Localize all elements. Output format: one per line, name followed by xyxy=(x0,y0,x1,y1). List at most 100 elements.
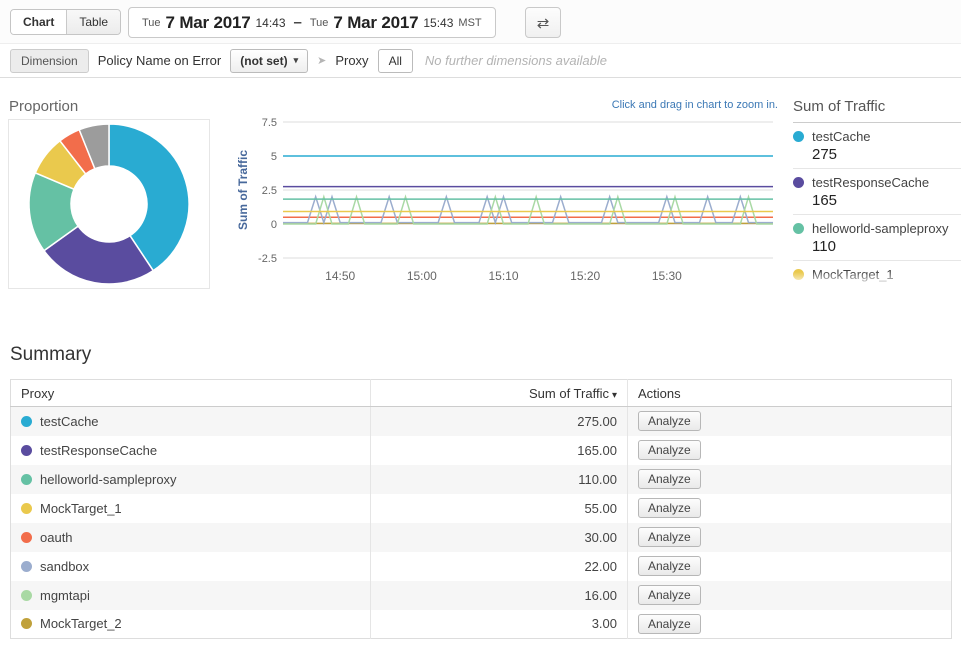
series-color-dot xyxy=(21,474,32,485)
y-tick-label: -2.5 xyxy=(258,253,277,265)
proportion-donut-panel xyxy=(8,119,210,289)
proxy-all-button[interactable]: All xyxy=(378,49,413,73)
proxy-name: testResponseCache xyxy=(40,443,157,458)
summary-row-MockTarget_2: MockTarget_2 3.00 Analyze xyxy=(11,610,952,639)
chart-tab-button[interactable]: Chart xyxy=(11,10,66,34)
traffic-value: 275.00 xyxy=(371,407,628,436)
line-chart-panel: 7.552.50-2.514:5015:0015:1015:2015:30Sum… xyxy=(235,112,780,287)
legend-color-dot xyxy=(793,177,804,188)
series-color-dot xyxy=(21,445,32,456)
policy-dimension-label: Policy Name on Error xyxy=(98,53,222,68)
legend-series-name: testResponseCache xyxy=(812,175,929,190)
timezone-label: MST xyxy=(458,17,481,29)
analyze-button[interactable]: Analyze xyxy=(638,527,701,547)
no-dimensions-note: No further dimensions available xyxy=(425,53,607,68)
proxy-name: MockTarget_2 xyxy=(40,616,122,631)
x-tick-label: 15:30 xyxy=(652,269,682,283)
proxy-column-header: Proxy xyxy=(11,380,371,407)
summary-title: Summary xyxy=(10,344,91,366)
analyze-button[interactable]: Analyze xyxy=(638,498,701,518)
legend-title: Sum of Traffic xyxy=(793,98,961,123)
traffic-value: 30.00 xyxy=(371,523,628,552)
x-tick-label: 14:50 xyxy=(325,269,355,283)
y-axis-label: Sum of Traffic xyxy=(236,150,250,230)
summary-row-oauth: oauth 30.00 Analyze xyxy=(11,523,952,552)
proxy-dimension-label: Proxy xyxy=(335,53,368,68)
zoom-hint: Click and drag in chart to zoom in. xyxy=(520,99,778,111)
series-color-dot xyxy=(21,416,32,427)
summary-row-mgmtapi: mgmtapi 16.00 Analyze xyxy=(11,581,952,610)
traffic-value: 16.00 xyxy=(371,581,628,610)
series-color-dot xyxy=(21,503,32,514)
end-date: 7 Mar 2017 xyxy=(333,13,418,33)
proxy-name: oauth xyxy=(40,530,73,545)
legend-item-helloworld-sampleproxy[interactable]: helloworld-sampleproxy 110 xyxy=(793,215,961,261)
actions-column-header: Actions xyxy=(628,380,952,407)
proportion-donut-chart[interactable] xyxy=(9,120,209,288)
legend-series-value: 110 xyxy=(793,238,961,255)
analyze-button[interactable]: Analyze xyxy=(638,556,701,576)
x-tick-label: 15:10 xyxy=(488,269,518,283)
proxy-name: mgmtapi xyxy=(40,588,90,603)
series-color-dot xyxy=(21,561,32,572)
legend-items: testCache 275 testResponseCache 165 hellowor… xyxy=(793,123,961,286)
analytics-dashboard: Chart Table Tue 7 Mar 2017 14:43 – Tue 7… xyxy=(0,0,961,647)
x-tick-label: 15:20 xyxy=(570,269,600,283)
summary-row-testResponseCache: testResponseCache 165.00 Analyze xyxy=(11,436,952,465)
legend-item-MockTarget_1[interactable]: MockTarget_1 55 xyxy=(793,261,961,286)
legend-color-dot xyxy=(793,223,804,234)
proxy-name: helloworld-sampleproxy xyxy=(40,472,177,487)
traffic-value: 110.00 xyxy=(371,465,628,494)
analyze-button[interactable]: Analyze xyxy=(638,440,701,460)
x-tick-label: 15:00 xyxy=(407,269,437,283)
start-weekday: Tue xyxy=(142,17,161,29)
proportion-title: Proportion xyxy=(9,98,78,115)
series-line-sandbox xyxy=(283,197,773,223)
start-date: 7 Mar 2017 xyxy=(166,13,251,33)
y-tick-label: 7.5 xyxy=(262,117,277,129)
analyze-button[interactable]: Analyze xyxy=(638,469,701,489)
legend-color-dot xyxy=(793,269,804,280)
traffic-column-header[interactable]: Sum of Traffic▾ xyxy=(371,380,628,407)
chevron-right-icon: ➤ xyxy=(317,54,326,67)
proxy-name: MockTarget_1 xyxy=(40,501,122,516)
summary-row-testCache: testCache 275.00 Analyze xyxy=(11,407,952,436)
series-color-dot xyxy=(21,618,32,629)
legend-color-dot xyxy=(793,131,804,142)
range-separator: – xyxy=(291,14,305,31)
dimension-bar: Dimension Policy Name on Error (not set)… xyxy=(0,44,961,78)
sort-desc-icon: ▾ xyxy=(612,390,617,401)
traffic-value: 165.00 xyxy=(371,436,628,465)
y-tick-label: 5 xyxy=(271,151,277,163)
traffic-value: 55.00 xyxy=(371,494,628,523)
legend-item-testCache[interactable]: testCache 275 xyxy=(793,123,961,169)
policy-value-dropdown[interactable]: (not set) ▾ xyxy=(230,49,308,73)
date-range-picker[interactable]: Tue 7 Mar 2017 14:43 – Tue 7 Mar 2017 15… xyxy=(128,7,496,38)
legend-series-value: 165 xyxy=(793,192,961,209)
analyze-button[interactable]: Analyze xyxy=(638,614,701,634)
policy-value: (not set) xyxy=(240,54,287,68)
caret-down-icon: ▾ xyxy=(294,55,299,66)
proxy-name: sandbox xyxy=(40,559,89,574)
summary-header-row: Proxy Sum of Traffic▾ Actions xyxy=(11,380,952,407)
summary-row-sandbox: sandbox22.00Analyze xyxy=(11,552,952,581)
legend-series-value: 275 xyxy=(793,146,961,163)
toolbar: Chart Table Tue 7 Mar 2017 14:43 – Tue 7… xyxy=(0,0,961,44)
traffic-line-chart[interactable]: 7.552.50-2.514:5015:0015:1015:2015:30Sum… xyxy=(235,112,780,287)
table-tab-button[interactable]: Table xyxy=(66,10,120,34)
y-tick-label: 2.5 xyxy=(262,185,277,197)
analyze-button[interactable]: Analyze xyxy=(638,411,701,431)
proxy-name: testCache xyxy=(40,414,99,429)
legend-item-testResponseCache[interactable]: testResponseCache 165 xyxy=(793,169,961,215)
traffic-value: 3.00 xyxy=(371,610,628,639)
legend-series-name: helloworld-sampleproxy xyxy=(812,221,949,236)
legend-series-value: 55 xyxy=(793,284,961,286)
legend-series-name: MockTarget_1 xyxy=(812,267,894,282)
start-time: 14:43 xyxy=(256,16,286,30)
analyze-button[interactable]: Analyze xyxy=(638,585,701,605)
refresh-icon: ⇄ xyxy=(537,15,550,32)
legend-series-name: testCache xyxy=(812,129,871,144)
summary-row-MockTarget_1: MockTarget_1 55.00 Analyze xyxy=(11,494,952,523)
refresh-button[interactable]: ⇄ xyxy=(525,7,561,38)
series-color-dot xyxy=(21,532,32,543)
